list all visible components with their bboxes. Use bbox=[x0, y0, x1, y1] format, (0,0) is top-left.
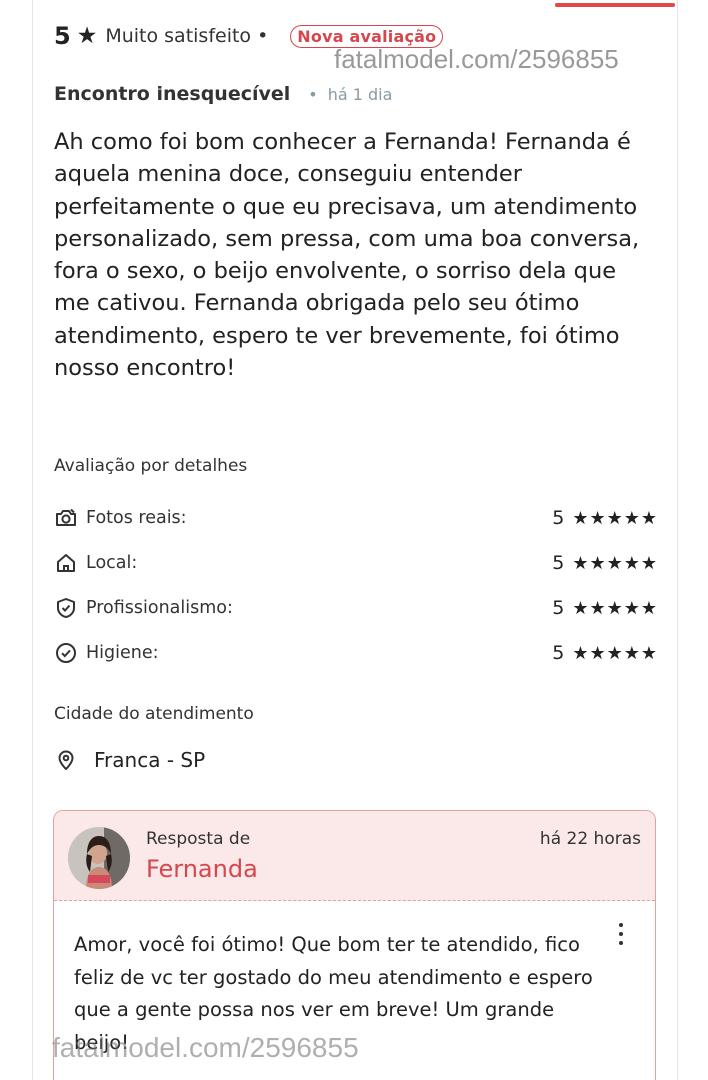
detail-score-value: 5 bbox=[552, 552, 565, 574]
detail-row-local: Local: 5 ★★★★★ bbox=[54, 548, 658, 578]
top-tab-indicator bbox=[555, 3, 675, 7]
reply-label: Resposta de bbox=[146, 829, 251, 849]
detail-score-value: 5 bbox=[552, 597, 565, 619]
detail-label: Higiene: bbox=[86, 643, 159, 663]
detail-label: Local: bbox=[86, 553, 138, 573]
detail-score: 5 ★★★★★ bbox=[552, 507, 658, 529]
detail-score: 5 ★★★★★ bbox=[552, 552, 658, 574]
detail-score-value: 5 bbox=[552, 642, 565, 664]
star-rating: ★★★★★ bbox=[572, 642, 658, 664]
reply-time: há 22 horas bbox=[539, 829, 641, 849]
title-separator: • bbox=[308, 84, 318, 104]
star-icon: ★ bbox=[76, 23, 98, 49]
more-vertical-icon[interactable] bbox=[614, 921, 628, 947]
detail-row-higiene: Higiene: 5 ★★★★★ bbox=[54, 638, 658, 668]
detail-label: Profissionalismo: bbox=[86, 598, 233, 618]
city-row: Franca - SP bbox=[54, 744, 205, 776]
detail-row-fotos-reais: Fotos reais: 5 ★★★★★ bbox=[54, 503, 658, 533]
reply-author-name: Fernanda bbox=[146, 855, 258, 883]
city-section-title: Cidade do atendimento bbox=[54, 704, 254, 724]
detail-label: Fotos reais: bbox=[86, 508, 187, 528]
star-rating: ★★★★★ bbox=[572, 552, 658, 574]
reply-header: Resposta de Fernanda há 22 horas bbox=[54, 811, 655, 901]
watermark-top: fatalmodel.com/2596855 bbox=[334, 44, 619, 74]
avatar bbox=[68, 827, 130, 889]
review-body: Ah como foi bom conhecer a Fernanda! Fer… bbox=[54, 129, 640, 382]
watermark-bottom: fatalmodel.com/2596855 bbox=[52, 1032, 359, 1063]
detail-score: 5 ★★★★★ bbox=[552, 642, 658, 664]
rating-score: 5 bbox=[54, 22, 71, 50]
star-rating: ★★★★★ bbox=[572, 597, 658, 619]
details-section-title: Avaliação por detalhes bbox=[54, 456, 248, 476]
shield-check-icon bbox=[54, 596, 78, 620]
review-title-row: Encontro inesquecível • há 1 dia bbox=[54, 80, 392, 108]
home-icon bbox=[54, 551, 78, 575]
review-time: há 1 dia bbox=[327, 84, 393, 104]
rating-separator: • bbox=[257, 25, 269, 47]
camera-icon bbox=[54, 506, 78, 530]
detail-score-value: 5 bbox=[552, 507, 565, 529]
city-value: Franca - SP bbox=[94, 748, 206, 772]
star-rating: ★★★★★ bbox=[572, 507, 658, 529]
detail-row-profissionalismo: Profissionalismo: 5 ★★★★★ bbox=[54, 593, 658, 623]
review-title: Encontro inesquecível bbox=[54, 83, 291, 105]
detail-score: 5 ★★★★★ bbox=[552, 597, 658, 619]
location-pin-icon bbox=[54, 748, 78, 772]
check-circle-icon bbox=[54, 641, 78, 665]
rating-label: Muito satisfeito bbox=[105, 25, 252, 47]
